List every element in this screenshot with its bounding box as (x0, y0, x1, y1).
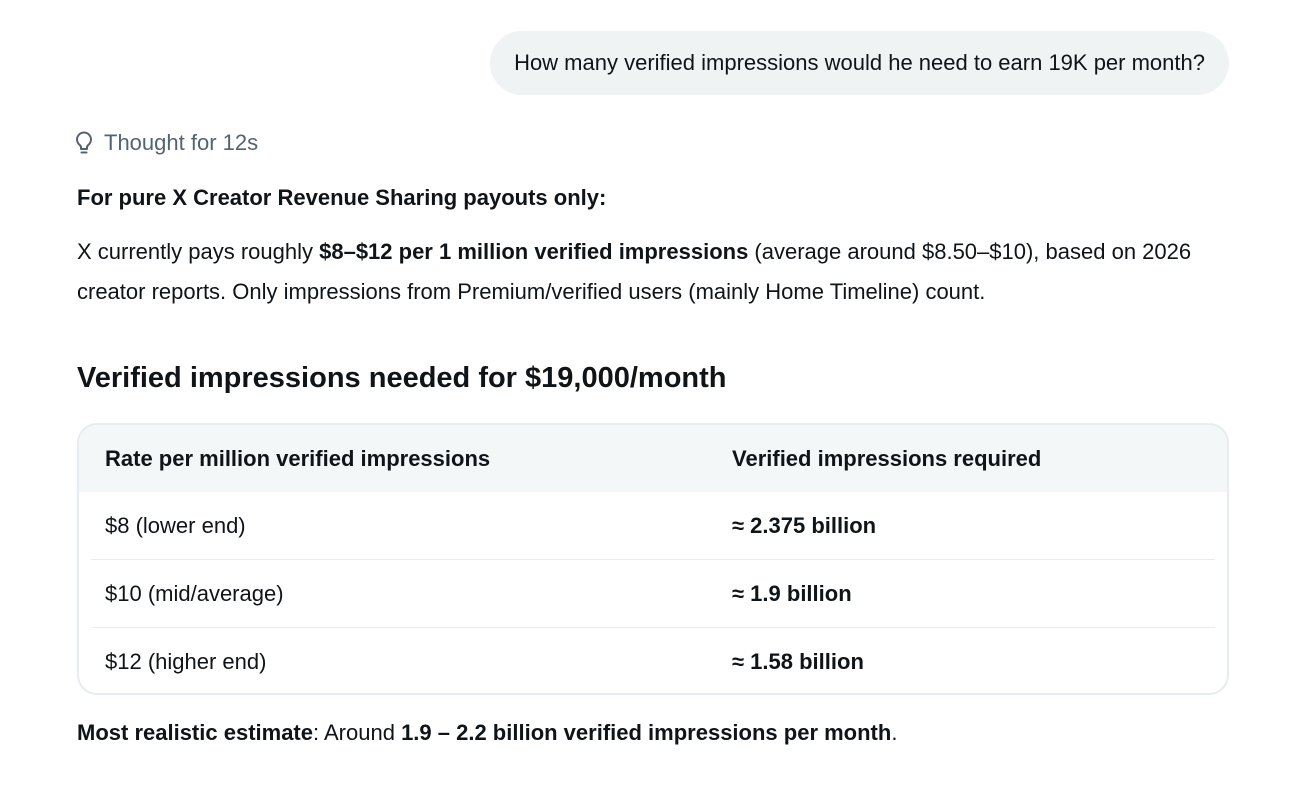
user-message-text: How many verified impressions would he n… (514, 50, 1205, 75)
table-cell-impressions: ≈ 1.9 billion (732, 580, 852, 606)
table-cell-rate: $10 (mid/average) (105, 580, 284, 606)
lightbulb-icon (72, 130, 96, 156)
table-header-row: Rate per million verified impressions Ve… (79, 425, 1227, 492)
table-cell-rate: $8 (lower end) (105, 512, 246, 538)
thought-label: Thought for 12s (104, 130, 259, 155)
impressions-table: Rate per million verified impressions Ve… (77, 423, 1229, 695)
explanation-paragraph: X currently pays roughly $8–$12 per 1 mi… (77, 232, 1237, 312)
summary-middle: : Around (312, 720, 402, 745)
summary-end: . (891, 720, 898, 745)
table-header-impressions: Verified impressions required (732, 445, 1042, 471)
section-title: Verified impressions needed for $19,000/… (77, 362, 727, 394)
table-row: $12 (higher end) ≈ 1.58 billion (91, 627, 1215, 693)
summary-line: Most realistic estimate: Around 1.9 – 2.… (77, 720, 897, 746)
user-message-bubble: How many verified impressions would he n… (490, 31, 1229, 95)
paragraph-text-1: X currently pays roughly (77, 239, 320, 264)
table-row: $10 (mid/average) ≈ 1.9 billion (91, 559, 1215, 627)
intro-heading: For pure X Creator Revenue Sharing payou… (77, 185, 607, 210)
table-cell-impressions: ≈ 1.58 billion (732, 648, 864, 674)
table-header-rate: Rate per million verified impressions (105, 445, 491, 471)
summary-value: 1.9 – 2.2 billion verified impressions p… (401, 720, 892, 745)
table-cell-rate: $12 (higher end) (105, 648, 267, 674)
table-cell-impressions: ≈ 2.375 billion (732, 512, 877, 538)
table-row: $8 (lower end) ≈ 2.375 billion (91, 492, 1215, 559)
thought-toggle[interactable]: Thought for 12s (72, 130, 258, 156)
paragraph-bold-rate: $8–$12 per 1 million verified impression… (319, 239, 749, 264)
summary-label: Most realistic estimate (77, 720, 313, 745)
